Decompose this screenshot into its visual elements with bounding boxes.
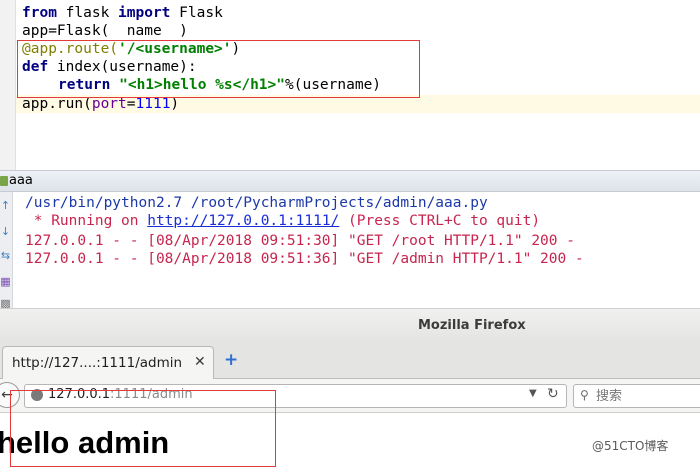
python-run-icon: [0, 176, 8, 186]
run-tab-label: aaa: [9, 173, 33, 188]
scroll-to-end-icon[interactable]: ▦: [0, 275, 11, 289]
browser-tab-label: http://127....:1111/admin: [12, 355, 183, 371]
reload-icon[interactable]: ↻: [547, 386, 559, 402]
new-tab-plus-icon[interactable]: +: [224, 352, 238, 369]
close-icon[interactable]: ✕: [194, 354, 206, 370]
code-editor[interactable]: from flask import Flask app=Flask( name …: [0, 0, 700, 170]
tab-strip: http://127....:1111/admin ✕ +: [0, 343, 700, 379]
soft-wrap-icon[interactable]: ⇆: [0, 249, 11, 263]
console-line-log-1: 127.0.0.1 - - [08/Apr/2018 09:51:30] "GE…: [25, 233, 575, 249]
editor-gutter: [0, 0, 16, 170]
server-url-link[interactable]: http://127.0.0.1:1111/: [147, 213, 339, 229]
run-tab[interactable]: aaa: [0, 170, 700, 192]
code-line-1[interactable]: from flask import Flask: [22, 4, 223, 22]
chevron-down-icon[interactable]: ▼: [529, 388, 537, 399]
search-input[interactable]: [596, 386, 696, 406]
search-icon: ⚲: [580, 388, 589, 402]
window-title: Mozilla Firefox: [418, 318, 526, 333]
console-line-command: /usr/bin/python2.7 /root/PycharmProjects…: [25, 195, 488, 211]
window-titlebar[interactable]: Mozilla Firefox: [0, 309, 700, 343]
run-tool-window: aaa /usr/bin/python2.7 /root/PycharmProj…: [0, 170, 700, 310]
scroll-down-icon[interactable]: ↓: [0, 225, 11, 239]
watermark-text: @51CTO博客: [592, 439, 669, 453]
search-box[interactable]: ⚲: [573, 384, 700, 408]
scroll-up-icon[interactable]: ↑: [0, 199, 11, 213]
browser-tab-admin[interactable]: http://127....:1111/admin ✕: [2, 346, 214, 379]
result-annotation-box: [10, 390, 276, 467]
run-toolbar: ↑ ↓ ⇆ ▦ ▩: [0, 192, 13, 310]
console-line-running: * Running on http://127.0.0.1:1111/ (Pre…: [25, 213, 541, 229]
code-line-2[interactable]: app=Flask( name ): [22, 22, 188, 40]
run-console-output[interactable]: /usr/bin/python2.7 /root/PycharmProjects…: [0, 192, 700, 310]
console-line-log-2: 127.0.0.1 - - [08/Apr/2018 09:51:36] "GE…: [25, 251, 584, 267]
route-annotation-box: [17, 40, 420, 98]
